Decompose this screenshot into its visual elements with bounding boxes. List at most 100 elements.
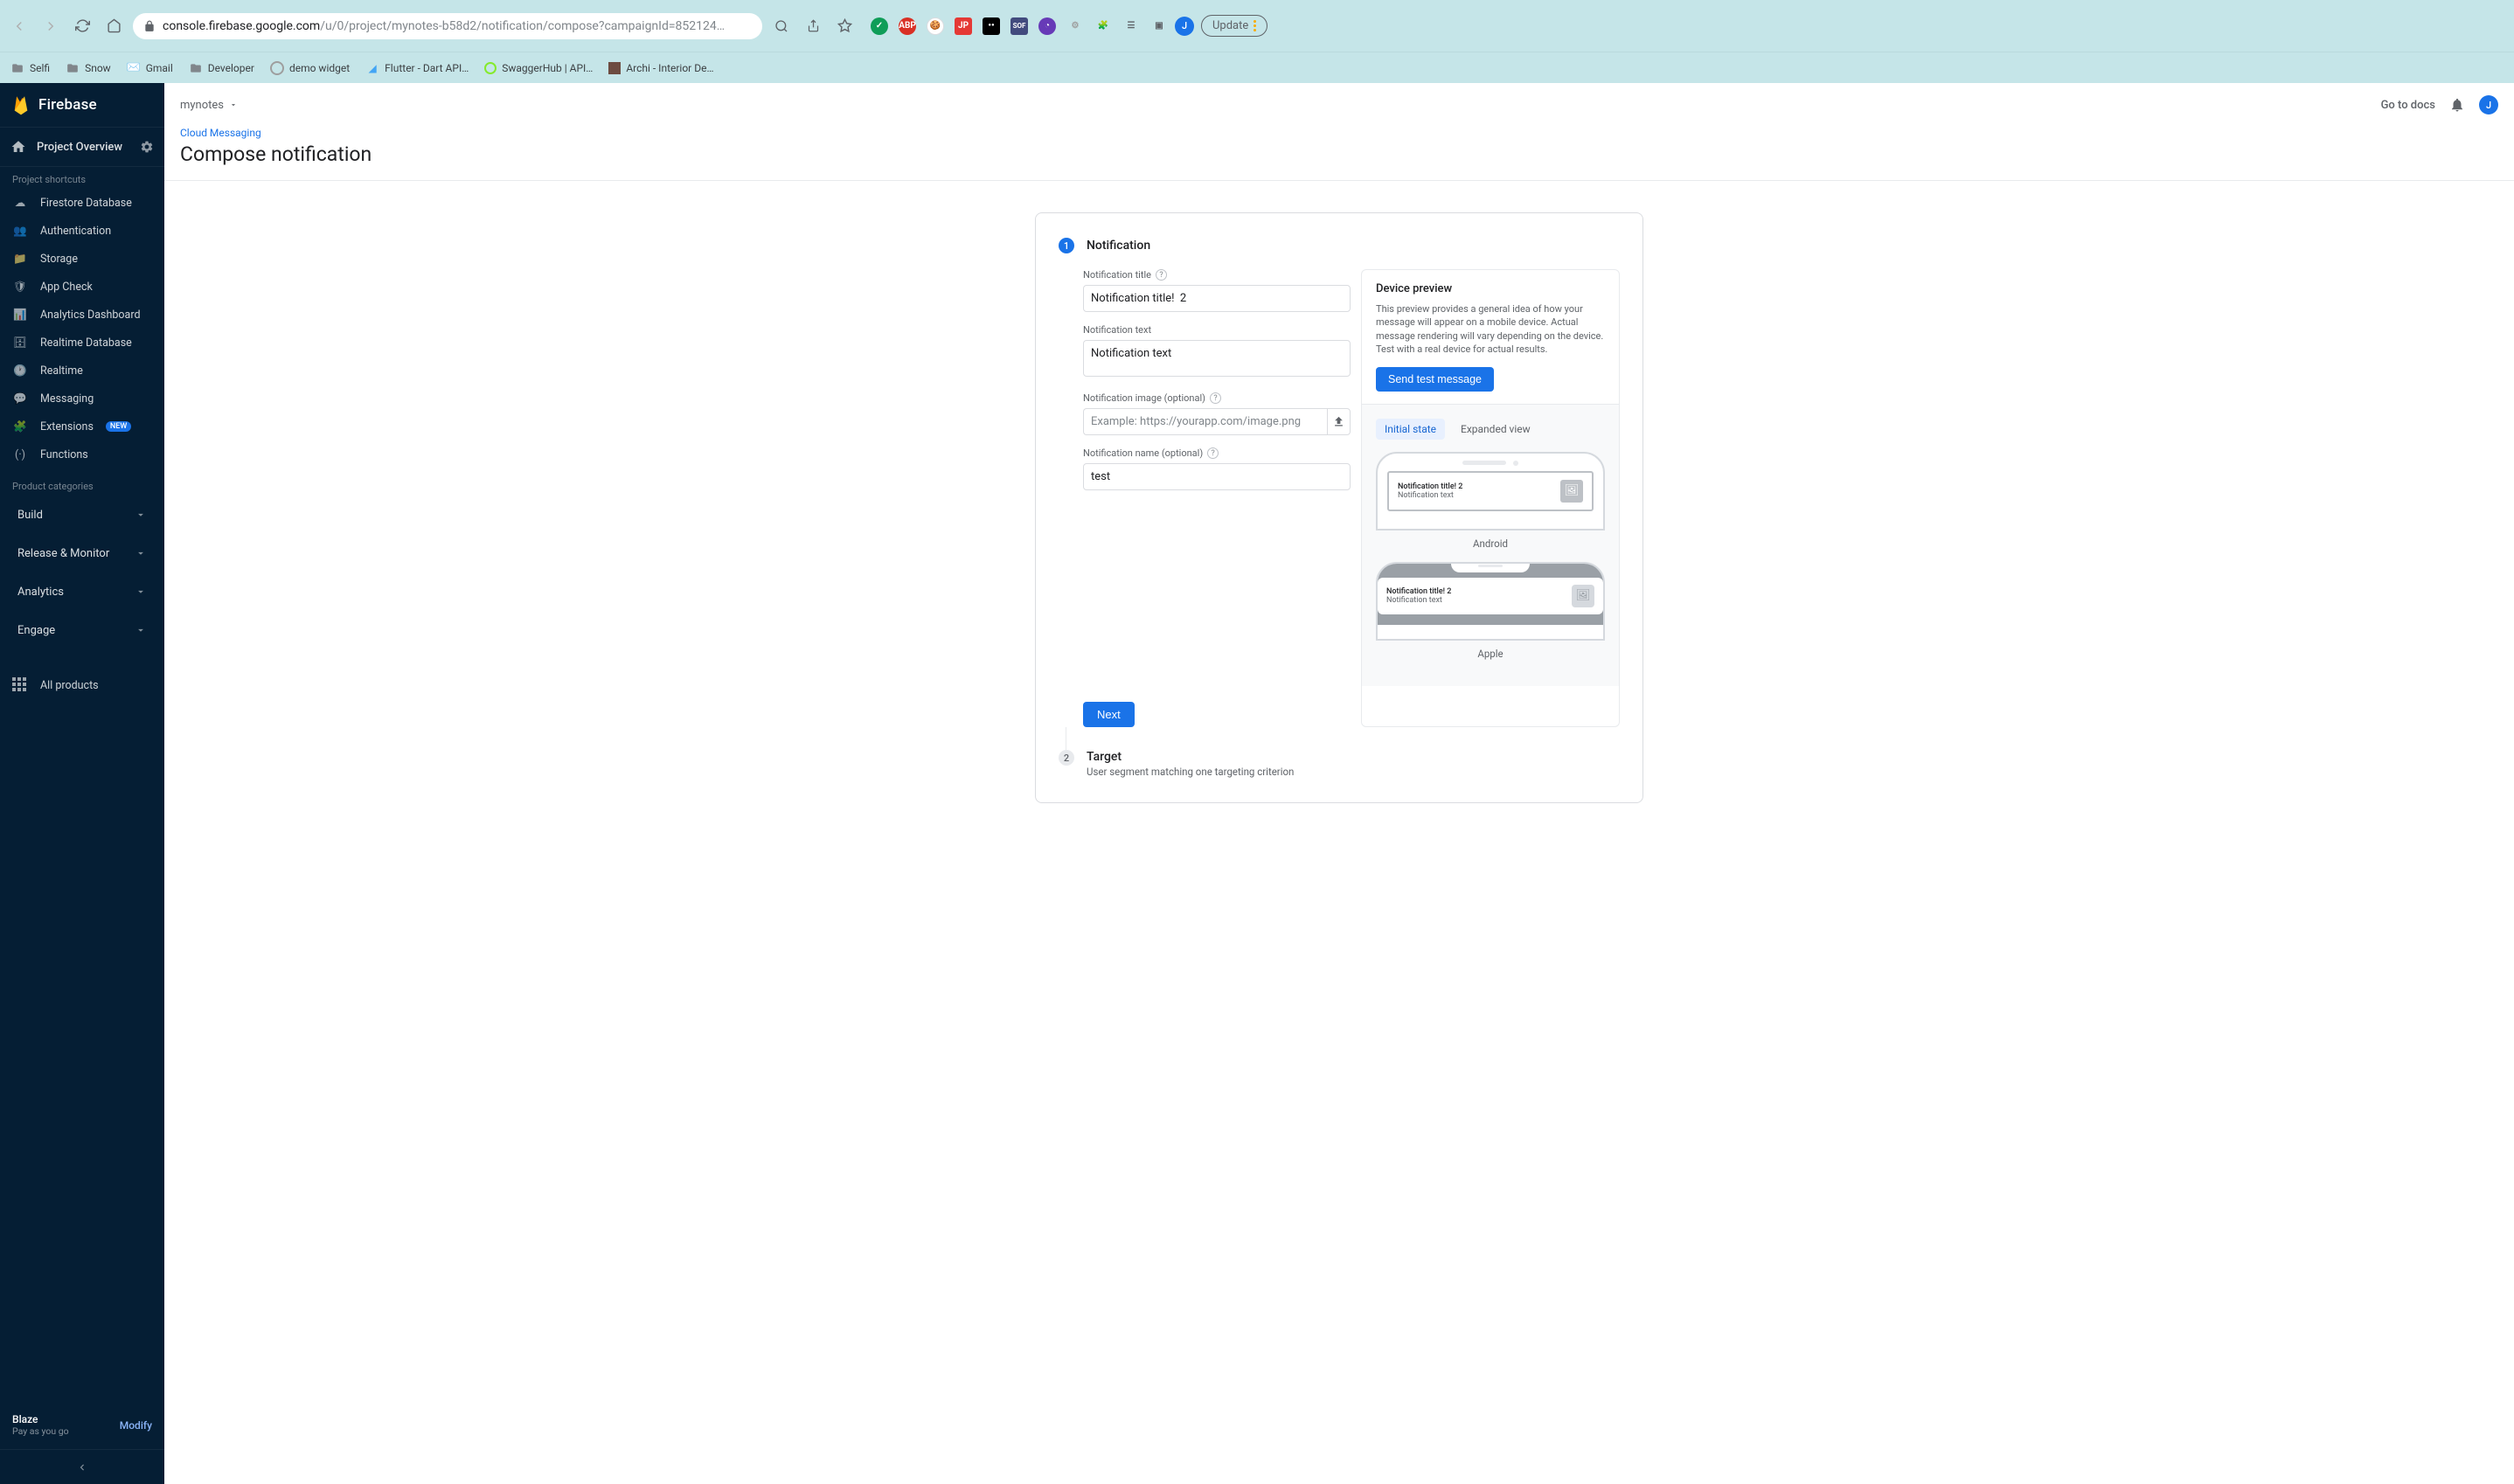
chart-icon: 📊 [12,307,28,322]
shortcuts-header: Project shortcuts [0,167,164,189]
next-button[interactable]: Next [1083,702,1135,727]
back-button[interactable] [7,14,31,38]
bookmark-developer[interactable]: Developer [189,62,254,74]
project-overview[interactable]: Project Overview [0,128,164,166]
text-label: Notification text [1083,324,1351,336]
sidebar: Firebase Project Overview Project shortc… [0,83,164,1484]
address-bar[interactable]: console.firebase.google.com/u/0/project/… [133,13,762,39]
android-preview: Notification title! 2 Notification text … [1376,452,1605,530]
nav-firestore[interactable]: ☁Firestore Database [0,189,164,217]
category-release[interactable]: Release & Monitor [5,536,159,571]
bookmarks-bar: Selfi Snow ✉️Gmail Developer demo widget… [0,52,2514,83]
chevron-down-icon [135,624,147,636]
plan-info: Blaze Pay as you go [12,1413,69,1437]
ext-icon-2[interactable]: ABP [899,17,916,35]
nav-realtime-db[interactable]: 🗄Realtime Database [0,329,164,357]
ext-icon-8[interactable]: ⚙ [1066,17,1084,35]
category-engage[interactable]: Engage [5,613,159,648]
android-label: Android [1376,537,1605,550]
category-build[interactable]: Build [5,497,159,532]
image-placeholder-icon: 🖼 [1560,480,1583,503]
firebase-logo-row[interactable]: Firebase [0,83,164,127]
nav-storage[interactable]: 📁Storage [0,245,164,273]
gear-icon[interactable] [140,140,154,154]
functions-icon: (·) [12,447,28,462]
lock-icon [143,20,156,32]
nav-analytics-dashboard[interactable]: 📊Analytics Dashboard [0,301,164,329]
bookmark-swagger[interactable]: SwaggerHub | API… [484,62,593,74]
notification-image-input[interactable] [1083,408,1327,435]
nav-functions[interactable]: (·)Functions [0,440,164,468]
go-to-docs-link[interactable]: Go to docs [2381,99,2435,112]
folder-icon [66,62,80,74]
nav-appcheck[interactable]: 🛡App Check [0,273,164,301]
forward-button[interactable] [38,14,63,38]
notification-text-input[interactable]: Notification text [1083,340,1351,377]
notification-name-input[interactable] [1083,463,1351,490]
breadcrumb[interactable]: Cloud Messaging [180,127,2498,139]
help-icon[interactable]: ? [1156,269,1167,281]
tab-initial-state[interactable]: Initial state [1376,419,1445,440]
category-analytics[interactable]: Analytics [5,574,159,609]
page-title: Compose notification [180,142,2498,166]
share-icon[interactable] [801,14,825,38]
chevron-down-icon [229,101,238,109]
compose-card: 1 Notification Notification title? Notif… [1035,212,1643,803]
puzzle-icon: 🧩 [12,419,28,434]
preview-notif-title: Notification title! 2 [1398,482,1462,491]
modify-plan-button[interactable]: Modify [120,1419,152,1432]
extensions-icon[interactable]: 🧩 [1094,17,1112,35]
sidepanel-icon[interactable]: ▣ [1150,17,1168,35]
bookmark-selfi[interactable]: Selfi [10,62,50,74]
nav-extensions[interactable]: 🧩ExtensionsNEW [0,413,164,440]
collapse-sidebar-button[interactable] [0,1449,164,1484]
profile-avatar[interactable]: J [1175,17,1194,36]
nav-realtime[interactable]: 🕐Realtime [0,357,164,385]
preview-header-label: Device preview [1376,282,1605,295]
ext-icon-4[interactable]: JP [955,17,972,35]
reading-list-icon[interactable]: ☰ [1122,17,1140,35]
tab-expanded-view[interactable]: Expanded view [1452,419,1539,440]
notification-title-input[interactable] [1083,285,1351,312]
reload-button[interactable] [70,14,94,38]
bookmark-gmail[interactable]: ✉️Gmail [127,61,173,75]
step-2-header[interactable]: 2 Target User segment matching one targe… [1036,750,1642,778]
step-1-title: Notification [1087,239,1150,253]
preview-notif-title: Notification title! 2 [1386,587,1451,596]
nav-messaging[interactable]: 💬Messaging [0,385,164,413]
title-label: Notification title? [1083,269,1351,281]
ext-icon-3[interactable]: 🍪 [927,17,944,35]
message-icon: 💬 [12,391,28,406]
star-icon[interactable] [832,14,857,38]
bookmark-flutter[interactable]: ◢Flutter - Dart API… [365,61,469,75]
ext-icon-5[interactable]: •• [983,17,1000,35]
form-column: Notification title? Notification text No… [1083,269,1351,727]
ext-icon-1[interactable]: ✓ [871,17,888,35]
help-icon[interactable]: ? [1207,447,1219,459]
upload-button[interactable] [1327,408,1351,435]
ext-icon-7[interactable]: ◔ [1038,17,1056,35]
nav-authentication[interactable]: 👥Authentication [0,217,164,245]
folder-icon: 📁 [12,251,28,267]
flutter-icon: ◢ [365,61,379,75]
user-avatar[interactable]: J [2479,95,2498,114]
database-icon: 🗄 [12,335,28,350]
zoom-icon[interactable] [769,14,794,38]
ext-icon-6[interactable]: SOF [1010,17,1028,35]
home-button[interactable] [101,14,126,38]
step-2-number: 2 [1059,750,1074,766]
preview-column: Device preview This preview provides a g… [1361,269,1620,727]
help-icon[interactable]: ? [1210,392,1221,404]
bookmark-snow[interactable]: Snow [66,62,111,74]
project-selector[interactable]: mynotes [180,99,238,112]
page-header: Cloud Messaging Compose notification [164,127,2514,181]
update-button[interactable]: Update [1201,15,1267,37]
bookmark-archi[interactable]: Archi - Interior De… [608,62,713,74]
preview-notif-text: Notification text [1386,596,1451,605]
url-text: console.firebase.google.com/u/0/project/… [163,19,752,33]
all-products[interactable]: All products [0,667,164,704]
notifications-icon[interactable] [2449,97,2465,113]
preview-description: This preview provides a general idea of … [1376,302,1605,357]
send-test-button[interactable]: Send test message [1376,367,1494,392]
bookmark-demo-widget[interactable]: demo widget [270,61,350,75]
